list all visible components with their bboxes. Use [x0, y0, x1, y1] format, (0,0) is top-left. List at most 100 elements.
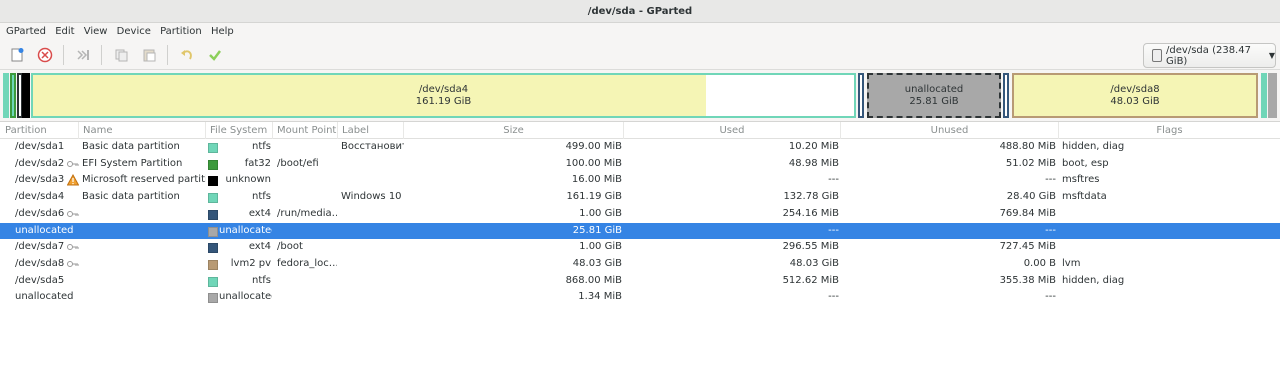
- map-sda5[interactable]: [1261, 73, 1267, 118]
- cell-size: 48.03 GiB: [572, 257, 622, 269]
- cell-fs: ntfs: [252, 191, 271, 203]
- cell-size: 868.00 MiB: [565, 274, 622, 286]
- cell-unused: ---: [1045, 291, 1056, 303]
- cell-unused: 727.45 MiB: [999, 241, 1056, 253]
- menu-partition[interactable]: Partition: [154, 23, 202, 41]
- cell-fs: ntfs: [252, 141, 271, 152]
- col-filesystem[interactable]: File System: [206, 122, 273, 139]
- map-unallocated[interactable]: unallocated 25.81 GiB: [867, 73, 1001, 118]
- cell-name: [82, 239, 206, 256]
- menu-help[interactable]: Help: [205, 23, 234, 41]
- cell-size: 1.34 MiB: [578, 291, 622, 303]
- cell-used: 48.98 MiB: [788, 157, 839, 169]
- fs-color-swatch: [208, 259, 218, 270]
- map-unallocated-end[interactable]: [1268, 73, 1277, 118]
- device-selector[interactable]: /dev/sda (238.47 GiB) ▼: [1143, 43, 1276, 68]
- fs-color-swatch: [208, 193, 218, 204]
- chevron-down-icon: ▼: [1268, 51, 1275, 60]
- table-row[interactable]: /dev/sda3Microsoft reserved partitionunk…: [0, 172, 1280, 189]
- table-row[interactable]: /dev/sda7 ext4/boot 1.00 GiB 296.55 MiB 727.…: [0, 239, 1280, 256]
- disk-icon: [1152, 49, 1163, 62]
- new-icon[interactable]: [7, 45, 27, 65]
- cell-unused: 28.40 GiB: [1006, 191, 1056, 203]
- col-label[interactable]: Label: [338, 122, 404, 139]
- map-sda3[interactable]: [22, 73, 30, 118]
- cell-unused: ---: [1045, 174, 1056, 186]
- cell-fs: ext4: [248, 207, 271, 219]
- map-sda7[interactable]: [1003, 73, 1009, 118]
- fs-color-swatch: [208, 226, 218, 237]
- apply-icon[interactable]: [205, 45, 225, 65]
- paste-icon[interactable]: [139, 45, 159, 65]
- cell-mount: [277, 273, 337, 290]
- cell-fs: fat32: [244, 157, 271, 169]
- menu-edit[interactable]: Edit: [49, 23, 74, 41]
- col-size[interactable]: Size: [404, 122, 624, 139]
- table-row[interactable]: unallocated unallocated 1.34 MiB --- ---: [0, 289, 1280, 306]
- cell-label: [341, 256, 404, 273]
- cell-used: 512.62 MiB: [782, 274, 839, 286]
- cell-mount: fedora_loc…: [277, 257, 337, 269]
- cell-size: 499.00 MiB: [565, 141, 622, 152]
- menu-device[interactable]: Device: [111, 23, 151, 41]
- cell-used: 10.20 MiB: [788, 141, 839, 152]
- cell-mount: /boot/efi: [277, 157, 319, 169]
- cell-used: ---: [828, 174, 839, 186]
- resize-move-icon[interactable]: [73, 45, 93, 65]
- col-name[interactable]: Name: [79, 122, 206, 139]
- table-row[interactable]: /dev/sda6 ext4/run/media… 1.00 GiB 254.16 M…: [0, 206, 1280, 223]
- menu-view[interactable]: View: [78, 23, 108, 41]
- undo-icon[interactable]: [177, 45, 197, 65]
- col-partition[interactable]: Partition: [0, 122, 79, 139]
- cell-flags: [1062, 289, 1277, 306]
- toolbar: [0, 41, 1280, 70]
- cell-mount: [277, 223, 337, 240]
- cell-fs: unallocated: [219, 224, 272, 236]
- cell-mount: [277, 189, 337, 206]
- map-sda6[interactable]: [858, 73, 864, 118]
- cell-unused: 0.00 B: [1023, 257, 1056, 269]
- map-sda4[interactable]: /dev/sda4 161.19 GiB: [31, 73, 856, 118]
- col-flags[interactable]: Flags: [1059, 122, 1280, 139]
- menu-gparted[interactable]: GParted: [0, 23, 46, 41]
- key-icon: [67, 209, 79, 219]
- cell-label: [341, 289, 404, 306]
- map-sda2[interactable]: [10, 73, 16, 118]
- table-header: Partition Name File System Mount Point L…: [0, 122, 1280, 139]
- cell-size: 100.00 MiB: [565, 157, 622, 169]
- table-row[interactable]: /dev/sda5 ntfs 868.00 MiB 512.62 MiB 355.38 …: [0, 273, 1280, 290]
- col-mount[interactable]: Mount Point: [273, 122, 338, 139]
- table-row[interactable]: /dev/sda4 Basic data partition ntfs Windows…: [0, 189, 1280, 206]
- fs-color-swatch: [208, 243, 218, 254]
- copy-icon[interactable]: [111, 45, 131, 65]
- table-row[interactable]: /dev/sda2 EFI System Partition fat32/boot/…: [0, 156, 1280, 173]
- table-row[interactable]: /dev/sda8 lvm2 pv fedora_loc… 48.03 GiB 48.0…: [0, 256, 1280, 273]
- table-row[interactable]: unallocated unallocated 25.81 GiB --- ---: [0, 222, 1280, 240]
- fs-color-swatch: [208, 209, 218, 220]
- cell-partition: /dev/sda1: [15, 141, 65, 152]
- device-label: /dev/sda (238.47 GiB): [1166, 44, 1251, 67]
- delete-icon[interactable]: [35, 45, 55, 65]
- cell-label: Восстановить: [341, 141, 404, 152]
- cell-unused: 51.02 MiB: [1005, 157, 1056, 169]
- cell-flags: hidden, diag: [1062, 141, 1125, 152]
- map-sda1[interactable]: [3, 73, 9, 118]
- cell-unused: 488.80 MiB: [999, 141, 1056, 152]
- cell-used: 132.78 GiB: [783, 191, 839, 203]
- cell-name: Basic data partition: [82, 141, 180, 152]
- cell-size: 1.00 GiB: [579, 207, 622, 219]
- fs-color-swatch: [208, 276, 218, 287]
- cell-flags: hidden, diag: [1062, 274, 1125, 286]
- cell-label: [341, 239, 404, 256]
- cell-unused: 355.38 MiB: [999, 274, 1056, 286]
- table-row[interactable]: /dev/sda1 Basic data partition ntfs Восстан…: [0, 139, 1280, 156]
- cell-label: [341, 273, 404, 290]
- map-unallocated-name: unallocated: [904, 83, 964, 95]
- cell-used: 254.16 MiB: [782, 207, 839, 219]
- cell-fs: ntfs: [252, 274, 271, 286]
- col-used[interactable]: Used: [624, 122, 841, 139]
- partition-map: /dev/sda4 161.19 GiB unallocated 25.81 G…: [0, 70, 1280, 121]
- key-icon: [67, 259, 79, 269]
- col-unused[interactable]: Unused: [841, 122, 1059, 139]
- map-sda8[interactable]: /dev/sda8 48.03 GiB: [1012, 73, 1258, 118]
